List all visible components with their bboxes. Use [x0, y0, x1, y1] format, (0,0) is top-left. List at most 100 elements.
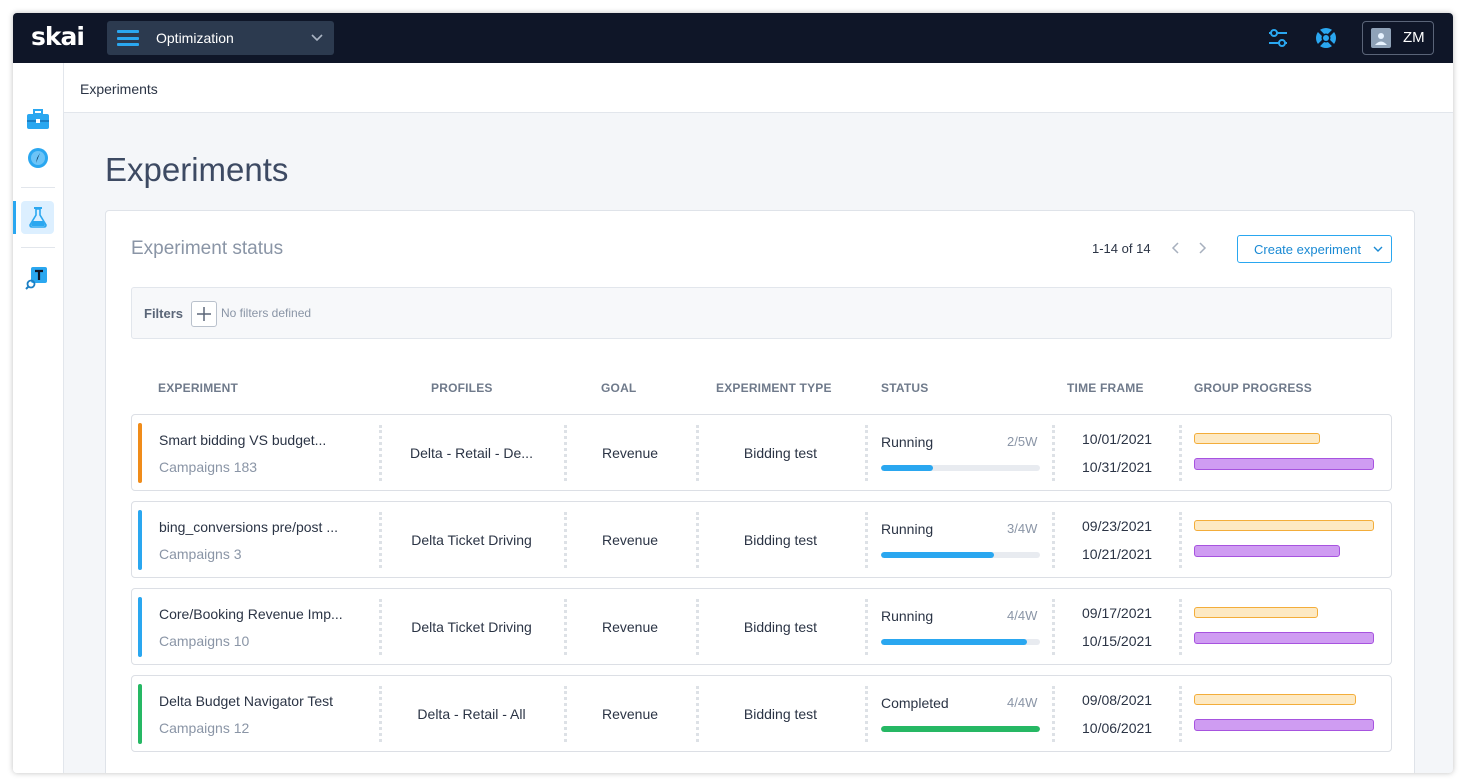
goal-cell: Revenue [601, 532, 659, 548]
experiment-name[interactable]: bing_conversions pre/post ... [159, 519, 338, 535]
campaign-count: Campaigns 12 [159, 720, 250, 736]
status-weeks: 3/4W [1007, 521, 1038, 536]
create-experiment-label: Create experiment [1254, 242, 1361, 257]
left-sidebar [13, 63, 64, 773]
status-progress-bar [881, 726, 1040, 732]
status-progress-fill [881, 726, 1040, 732]
profile-cell: Delta Ticket Driving [411, 532, 532, 548]
experiment-status-card: Experiment status 1-14 of 14 Create expe… [105, 210, 1415, 773]
column-divider [865, 425, 868, 481]
menu-icon [117, 30, 139, 46]
profile-cell: Delta - Retail - All [417, 706, 526, 722]
pagination-count: 1-14 of 14 [1092, 241, 1151, 256]
user-menu-button[interactable]: ZM [1362, 21, 1434, 55]
column-divider [1179, 686, 1182, 742]
status-progress-bar [881, 465, 1040, 471]
chevron-down-icon [311, 34, 323, 42]
status-accent-bar [138, 510, 142, 570]
column-header-experiment[interactable]: EXPERIMENT [158, 381, 238, 395]
status-label: Running [881, 434, 934, 450]
active-indicator [13, 201, 16, 234]
status-weeks: 4/4W [1007, 695, 1038, 710]
experiment-name[interactable]: Smart bidding VS budget... [159, 432, 326, 448]
experiment-type-cell: Bidding test [743, 532, 818, 548]
filters-bar: Filters No filters defined [131, 287, 1392, 339]
column-header-goal[interactable]: GOAL [601, 381, 636, 395]
group-progress-bar-a [1194, 607, 1318, 618]
module-selector[interactable]: Optimization [107, 21, 334, 55]
column-divider [865, 599, 868, 655]
table-row[interactable]: bing_conversions pre/post ... Campaigns 3… [131, 501, 1392, 578]
time-frame-end: 10/06/2021 [1082, 720, 1153, 736]
experiment-type-cell: Bidding test [743, 445, 818, 461]
column-divider [1052, 512, 1055, 568]
goal-cell: Revenue [601, 619, 659, 635]
column-header-experiment-type[interactable]: EXPERIMENT TYPE [716, 381, 832, 395]
chevron-right-icon[interactable] [1194, 240, 1210, 256]
column-divider [1179, 425, 1182, 481]
column-divider [1052, 425, 1055, 481]
person-icon [1375, 33, 1387, 45]
flask-icon[interactable] [25, 204, 51, 230]
status-label: Running [881, 521, 934, 537]
page-title: Experiments [105, 151, 289, 188]
status-weeks: 4/4W [1007, 608, 1038, 623]
top-bar: skai Optimization ZM [13, 13, 1453, 63]
status-progress-fill [881, 465, 934, 471]
group-progress-bar-b [1194, 545, 1340, 557]
filters-label: Filters [144, 306, 184, 321]
column-header-status[interactable]: STATUS [881, 381, 928, 395]
status-label: Running [881, 608, 934, 624]
chevron-down-icon [1373, 246, 1383, 252]
table-row[interactable]: Core/Booking Revenue Imp... Campaigns 10 D… [131, 588, 1392, 665]
column-header-profiles[interactable]: PROFILES [431, 381, 493, 395]
profile-cell: Delta - Retail - De... [410, 445, 533, 461]
status-progress-bar [881, 552, 1040, 558]
status-accent-bar [138, 684, 142, 744]
status-weeks: 2/5W [1007, 434, 1038, 449]
text-search-icon[interactable] [25, 265, 51, 291]
sliders-icon[interactable] [1266, 26, 1290, 50]
time-frame-end: 10/21/2021 [1082, 546, 1153, 562]
app-window: skai Optimization ZM Experiments Experim… [13, 13, 1453, 773]
column-header-group-progress[interactable]: GROUP PROGRESS [1194, 381, 1312, 395]
status-accent-bar [138, 597, 142, 657]
briefcase-icon[interactable] [25, 107, 51, 133]
group-progress-bar-a [1194, 520, 1374, 531]
table-row[interactable]: Delta Budget Navigator Test Campaigns 12 D… [131, 675, 1392, 752]
goal-cell: Revenue [601, 445, 659, 461]
status-progress-bar [881, 639, 1040, 645]
column-divider [865, 512, 868, 568]
breadcrumb: Experiments [64, 63, 1453, 113]
profile-cell: Delta Ticket Driving [411, 619, 532, 635]
group-progress-bar-a [1194, 694, 1356, 705]
help-lifebuoy-icon[interactable] [1314, 26, 1338, 50]
group-progress-bar-a [1194, 433, 1320, 444]
column-divider [1179, 599, 1182, 655]
chevron-left-icon[interactable] [1168, 240, 1184, 256]
skai-logo[interactable]: skai [31, 22, 85, 51]
column-header-time-frame[interactable]: TIME FRAME [1067, 381, 1144, 395]
status-accent-bar [138, 423, 142, 483]
time-frame-start: 09/17/2021 [1082, 605, 1153, 621]
experiment-type-cell: Bidding test [743, 706, 818, 722]
experiment-name[interactable]: Core/Booking Revenue Imp... [159, 606, 343, 622]
time-frame-start: 10/01/2021 [1082, 431, 1153, 447]
experiment-name[interactable]: Delta Budget Navigator Test [159, 693, 333, 709]
group-progress-bar-b [1194, 719, 1374, 731]
compass-icon[interactable] [25, 145, 51, 171]
time-frame-end: 10/15/2021 [1082, 633, 1153, 649]
add-filter-button[interactable] [191, 301, 217, 327]
campaign-count: Campaigns 183 [159, 459, 258, 475]
status-progress-fill [881, 552, 994, 558]
group-progress-bar-b [1194, 458, 1374, 470]
experiment-type-cell: Bidding test [743, 619, 818, 635]
create-experiment-button[interactable]: Create experiment [1237, 235, 1392, 263]
module-selector-label: Optimization [156, 30, 234, 46]
breadcrumb-experiments[interactable]: Experiments [80, 81, 158, 97]
table-row[interactable]: Smart bidding VS budget... Campaigns 183 D… [131, 414, 1392, 491]
plus-icon [197, 307, 211, 321]
goal-cell: Revenue [601, 706, 659, 722]
status-progress-fill [881, 639, 1028, 645]
column-divider [1052, 686, 1055, 742]
